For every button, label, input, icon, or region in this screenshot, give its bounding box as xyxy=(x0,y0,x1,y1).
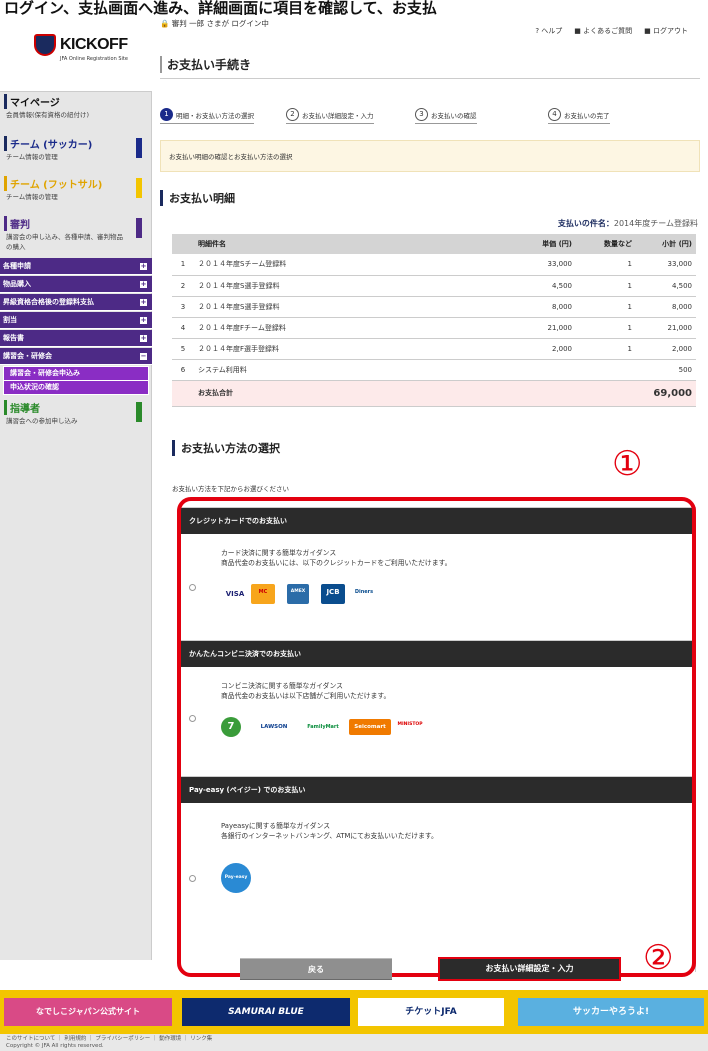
total-row: お支払合計 69,000 xyxy=(172,380,696,407)
sidebar-item-coach[interactable]: 指導者 講習会への参加申し込み xyxy=(0,400,152,425)
sidebar-menu-seminars[interactable]: 講習会・研修会 − xyxy=(0,348,152,365)
sidebar-item-referee[interactable]: 審判 講習会の申し込み、各種申請、審判物品の購入 xyxy=(0,216,152,251)
faq-link[interactable]: ■ よくあるご質問 xyxy=(574,26,632,36)
plus-icon: + xyxy=(140,334,147,342)
col-header: 明細件名 xyxy=(194,234,506,254)
step-1: 1 明細・お支払い方法の選択 xyxy=(160,108,254,124)
notice-box: お支払い明細の確認とお支払い方法の選択 xyxy=(160,140,700,172)
banner-samurai-blue[interactable]: SAMURAI BLUE xyxy=(182,998,350,1026)
login-status: 🔒 審判 一郎 さまが ログイン中 xyxy=(160,19,269,28)
logout-link[interactable]: ■ ログアウト xyxy=(644,26,688,36)
jfa-shield-icon xyxy=(34,34,56,56)
sidebar-item-mypage[interactable]: マイページ 会員情報(保有資格の紐付け) xyxy=(0,94,152,119)
table-row: 4 ２０１４年度Fチーム登録料 21,000 1 21,000 xyxy=(172,317,696,339)
faq-icon: ■ xyxy=(574,27,581,35)
footer-links[interactable]: このサイトについて ｜ 利用規約 ｜ プライバシーポリシー ｜ 動作環境 ｜ リ… xyxy=(6,1036,702,1043)
banner-lets-play[interactable]: サッカーやろうよ! xyxy=(518,998,704,1026)
callout-number-1: ① xyxy=(612,444,643,484)
bookmark-icon xyxy=(136,402,142,422)
footer: このサイトについて ｜ 利用規約 ｜ プライバシーポリシー ｜ 動作環境 ｜ リ… xyxy=(0,1034,708,1051)
sidebar-menu-purchase[interactable]: 物品購入 + xyxy=(0,276,152,293)
lock-icon: ■ xyxy=(644,27,651,35)
bookmark-icon xyxy=(136,218,142,238)
logo-subtitle: JFA Online Registration Site xyxy=(60,56,128,62)
callout-number-2: ② xyxy=(643,938,674,978)
logo[interactable]: KICKOFF JFA Online Registration Site xyxy=(0,16,152,92)
plus-icon: + xyxy=(140,298,147,306)
table-row: 2 ２０１４年度S選手登録料 4,500 1 4,500 xyxy=(172,275,696,297)
step-3: 3 お支払いの確認 xyxy=(415,108,477,124)
banner-nadeshiko[interactable]: なでしこジャパン公式サイト xyxy=(4,998,172,1026)
table-row: 1 ２０１４年度Sチーム登録料 33,000 1 33,000 xyxy=(172,254,696,276)
copyright: Copyright © JFA All rights reserved. xyxy=(6,1043,104,1049)
sidebar-submenu-status[interactable]: 申込状況の確認 xyxy=(3,380,149,395)
lock-icon: 🔒 xyxy=(160,19,170,28)
logo-text: KICKOFF xyxy=(60,36,128,53)
minus-icon: − xyxy=(140,352,147,360)
sidebar-menu-applications[interactable]: 各種申請 + xyxy=(0,258,152,275)
sidebar-item-team-soccer[interactable]: チーム (サッカー) チーム情報の管理 xyxy=(0,136,152,161)
header-util-links: ? ヘルプ ■ よくあるご質問 ■ ログアウト xyxy=(535,26,688,36)
sidebar-menu-reports[interactable]: 報告書 + xyxy=(0,330,152,347)
sidebar-item-team-futsal[interactable]: チーム (フットサル) チーム情報の管理 xyxy=(0,176,152,201)
plus-icon: + xyxy=(140,262,147,270)
payment-case: 支払いの件名：2014年度チーム登録料 xyxy=(557,219,698,228)
top-caption: ログイン、支払画面へ進み、詳細画面に項目を確認して、お支払 xyxy=(0,0,708,16)
back-button[interactable]: 戻る xyxy=(240,958,392,980)
bookmark-icon xyxy=(136,138,142,158)
col-header: 単価 (円) xyxy=(506,234,576,254)
help-icon: ? xyxy=(535,27,540,35)
col-header: 数量など xyxy=(576,234,636,254)
plus-icon: + xyxy=(140,280,147,288)
sidebar-menu-assignment[interactable]: 割当 + xyxy=(0,312,152,329)
sidebar-menu-upgrade-fee[interactable]: 昇級資格合格後の登録料支払 + xyxy=(0,294,152,311)
table-row: 3 ２０１４年度S選手登録料 8,000 1 8,000 xyxy=(172,296,696,318)
next-button[interactable]: お支払い詳細設定・入力 xyxy=(438,957,621,981)
section-heading-detail: お支払い明細 xyxy=(160,190,235,206)
step-2: 2 お支払い詳細設定・入力 xyxy=(286,108,374,124)
plus-icon: + xyxy=(140,316,147,324)
callout-box-1 xyxy=(177,497,696,977)
section-heading-method: お支払い方法の選択 xyxy=(172,440,280,456)
sidebar-submenu-seminar-apply[interactable]: 講習会・研修会申込み xyxy=(3,366,149,381)
table-row: 5 ２０１４年度F選手登録料 2,000 1 2,000 xyxy=(172,338,696,360)
banner-ticket-jfa[interactable]: チケットJFA xyxy=(358,998,504,1026)
divider xyxy=(160,78,700,79)
page-title: お支払い手続き xyxy=(160,56,251,73)
banner-strip: なでしこジャパン公式サイト SAMURAI BLUE チケットJFA サッカーや… xyxy=(0,990,708,1034)
method-intro: お支払い方法を下記からお選びください xyxy=(172,485,289,493)
help-link[interactable]: ? ヘルプ xyxy=(535,26,562,36)
bookmark-icon xyxy=(136,178,142,198)
col-header: 小計 (円) xyxy=(636,234,696,254)
payment-detail-table: 明細件名 単価 (円) 数量など 小計 (円) 1 ２０１４年度Sチーム登録料 33… xyxy=(172,234,696,407)
step-4: 4 お支払いの完了 xyxy=(548,108,610,124)
table-row: 6 システム利用料 500 xyxy=(172,359,696,381)
